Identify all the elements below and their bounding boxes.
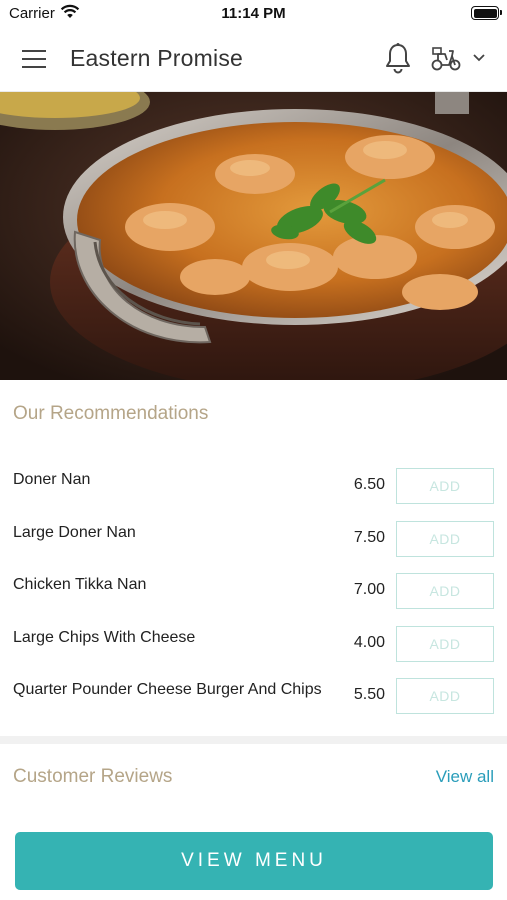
hero-food-image	[0, 92, 507, 380]
view-all-link[interactable]: View all	[436, 767, 494, 787]
item-price: 5.50	[353, 686, 385, 703]
recommendations-list: Doner Nan 6.50 ADD Large Doner Nan 7.50 …	[0, 460, 507, 723]
item-price: 7.50	[353, 528, 385, 546]
list-item: Large Chips With Cheese 4.00 ADD	[0, 618, 507, 671]
page-title: Eastern Promise	[70, 45, 244, 71]
item-name: Large Chips With Cheese	[13, 628, 196, 646]
scooter-icon[interactable]	[430, 46, 462, 72]
add-button[interactable]: ADD	[396, 468, 494, 504]
battery-icon	[471, 6, 499, 20]
list-item: Chicken Tikka Nan 7.00 ADD	[0, 565, 507, 618]
item-price: 6.50	[353, 476, 385, 493]
reviews-title: Customer Reviews	[13, 766, 173, 787]
list-item: Large Doner Nan 7.50 ADD	[0, 513, 507, 566]
bell-icon[interactable]	[384, 42, 412, 74]
item-price: 4.00	[353, 633, 385, 651]
app-header: Eastern Promise	[0, 28, 507, 92]
item-name: Chicken Tikka Nan	[13, 576, 147, 593]
add-button[interactable]: ADD	[396, 573, 494, 609]
recommendations-title: Our Recommendations	[13, 403, 209, 424]
curry-dish-image	[0, 92, 507, 380]
item-name: Doner Nan	[13, 471, 91, 488]
view-menu-button[interactable]: VIEW MENU	[15, 832, 493, 890]
add-button[interactable]: ADD	[396, 678, 494, 714]
status-time: 11:14 PM	[221, 5, 286, 22]
battery-tip	[500, 10, 502, 15]
list-item: Doner Nan 6.50 ADD	[0, 460, 507, 513]
add-button[interactable]: ADD	[396, 625, 494, 662]
add-button[interactable]: ADD	[396, 520, 494, 557]
status-bar: Carrier 11:14 PM	[0, 0, 507, 28]
item-name: Large Doner Nan	[13, 523, 136, 541]
menu-icon[interactable]	[22, 48, 48, 70]
list-item: Quarter Pounder Cheese Burger And Chips …	[0, 670, 507, 723]
item-price: 7.00	[353, 581, 385, 598]
item-name: Quarter Pounder Cheese Burger And Chips	[13, 681, 322, 698]
chevron-down-icon[interactable]	[472, 53, 486, 63]
section-divider	[0, 736, 507, 744]
